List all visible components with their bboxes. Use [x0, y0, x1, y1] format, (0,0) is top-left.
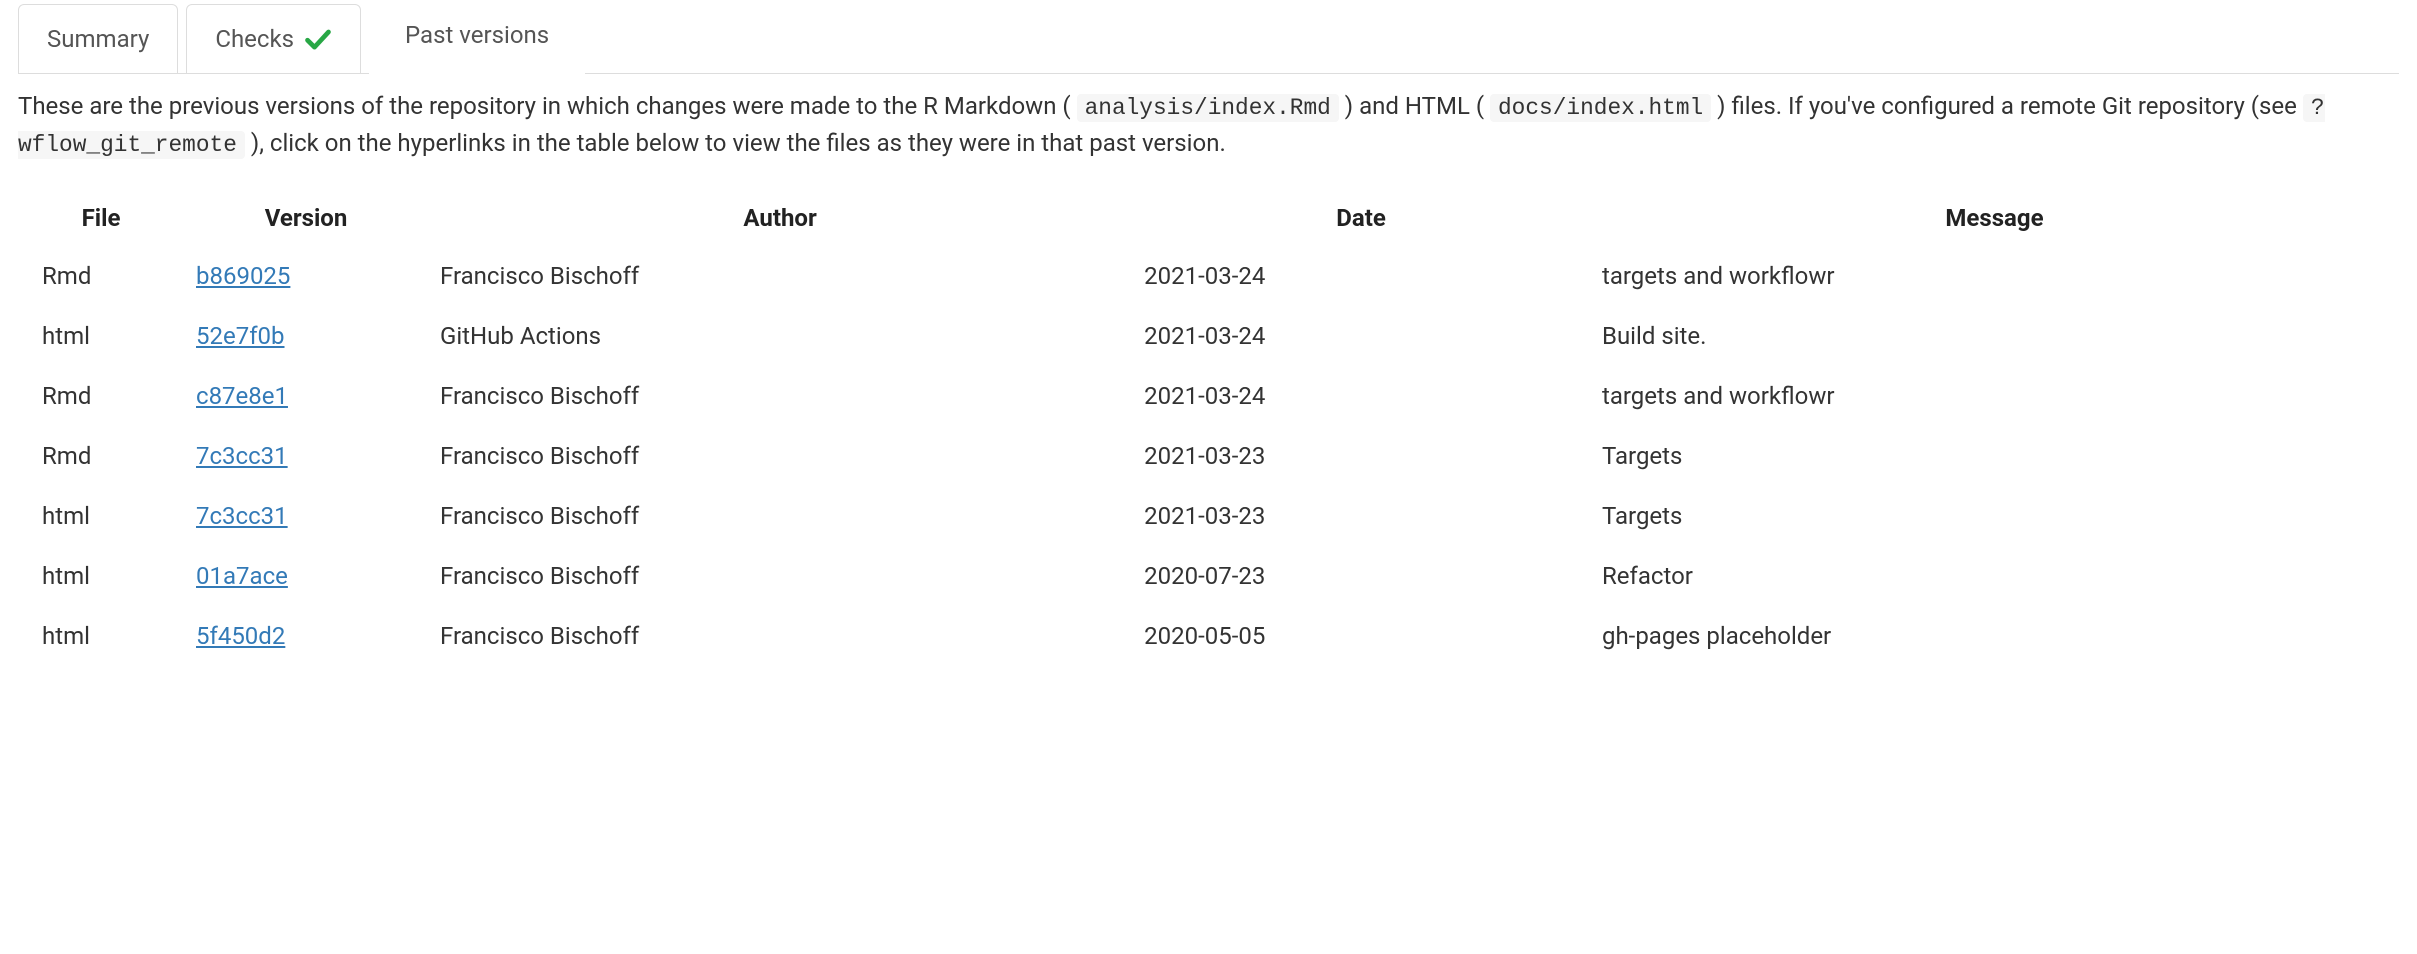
cell-version: b869025 [184, 246, 428, 306]
cell-file: html [18, 306, 184, 366]
cell-file: Rmd [18, 366, 184, 426]
tab-bar: Summary Checks Past versions [18, 0, 2399, 74]
table-row: Rmd b869025 Francisco Bischoff2021-03-24ta… [18, 246, 2399, 306]
table-row: html 01a7ace Francisco Bischoff2020-07-23R… [18, 546, 2399, 606]
cell-message: Build site. [1590, 306, 2399, 366]
cell-author: Francisco Bischoff [428, 546, 1132, 606]
check-icon [304, 25, 332, 53]
cell-version: 5f450d2 [184, 606, 428, 666]
tab-checks[interactable]: Checks [186, 4, 361, 74]
cell-file: html [18, 546, 184, 606]
cell-version: 7c3cc31 [184, 486, 428, 546]
table-row: Rmd 7c3cc31 Francisco Bischoff2021-03-23Ta… [18, 426, 2399, 486]
cell-date: 2021-03-23 [1132, 426, 1590, 486]
table-body: Rmdb869025Francisco Bischoff2021-03-24ta… [18, 246, 2399, 666]
col-header-date: Date [1132, 190, 1590, 246]
table-row: html 7c3cc31 Francisco Bischoff2021-03-23T… [18, 486, 2399, 546]
cell-message: Targets [1590, 426, 2399, 486]
tab-summary-label: Summary [47, 21, 149, 57]
cell-file: Rmd [18, 426, 184, 486]
version-link[interactable]: b869025 [196, 262, 290, 290]
version-link[interactable]: 7c3cc31 [196, 442, 288, 470]
cell-date: 2021-03-24 [1132, 366, 1590, 426]
cell-message: gh-pages placeholder [1590, 606, 2399, 666]
cell-author: Francisco Bischoff [428, 366, 1132, 426]
cell-author: Francisco Bischoff [428, 486, 1132, 546]
code-html-path: docs/index.html [1490, 94, 1711, 122]
intro-paragraph: These are the previous versions of the r… [18, 88, 2399, 162]
cell-date: 2021-03-24 [1132, 306, 1590, 366]
cell-date: 2020-07-23 [1132, 546, 1590, 606]
table-row: Rmd c87e8e1 Francisco Bischoff2021-03-24ta… [18, 366, 2399, 426]
cell-file: html [18, 486, 184, 546]
cell-version: c87e8e1 [184, 366, 428, 426]
col-header-author: Author [428, 190, 1132, 246]
col-header-file: File [18, 190, 184, 246]
tab-past-versions-label: Past versions [405, 17, 549, 53]
col-header-version: Version [184, 190, 428, 246]
version-link[interactable]: 52e7f0b [196, 322, 285, 350]
table-row: html 52e7f0b GitHub Actions2021-03-24Build… [18, 306, 2399, 366]
cell-date: 2020-05-05 [1132, 606, 1590, 666]
tab-summary[interactable]: Summary [18, 4, 178, 74]
tab-past-versions[interactable]: Past versions [369, 0, 585, 74]
version-link[interactable]: 5f450d2 [196, 622, 285, 650]
cell-message: targets and workflowr [1590, 246, 2399, 306]
cell-version: 7c3cc31 [184, 426, 428, 486]
cell-author: Francisco Bischoff [428, 426, 1132, 486]
cell-date: 2021-03-24 [1132, 246, 1590, 306]
version-link[interactable]: 7c3cc31 [196, 502, 288, 530]
col-header-message: Message [1590, 190, 2399, 246]
cell-file: Rmd [18, 246, 184, 306]
code-rmd-path: analysis/index.Rmd [1077, 94, 1339, 122]
intro-text: ) files. If you've configured a remote G… [1717, 92, 2303, 120]
page-container: Summary Checks Past versions These are t… [0, 0, 2417, 706]
intro-text: ) and HTML ( [1345, 92, 1484, 120]
cell-message: Targets [1590, 486, 2399, 546]
cell-date: 2021-03-23 [1132, 486, 1590, 546]
cell-version: 01a7ace [184, 546, 428, 606]
intro-text: These are the previous versions of the r… [18, 92, 1071, 120]
cell-author: GitHub Actions [428, 306, 1132, 366]
version-link[interactable]: c87e8e1 [196, 382, 288, 410]
cell-author: Francisco Bischoff [428, 246, 1132, 306]
table-header: File Version Author Date Message [18, 190, 2399, 246]
cell-message: targets and workflowr [1590, 366, 2399, 426]
cell-version: 52e7f0b [184, 306, 428, 366]
table-row: html 5f450d2 Francisco Bischoff2020-05-05g… [18, 606, 2399, 666]
cell-author: Francisco Bischoff [428, 606, 1132, 666]
cell-file: html [18, 606, 184, 666]
versions-table: File Version Author Date Message Rmd b869… [18, 190, 2399, 666]
version-link[interactable]: 01a7ace [196, 562, 288, 590]
cell-message: Refactor [1590, 546, 2399, 606]
intro-text: ), click on the hyperlinks in the table … [251, 129, 1226, 157]
tab-checks-label: Checks [215, 21, 294, 57]
